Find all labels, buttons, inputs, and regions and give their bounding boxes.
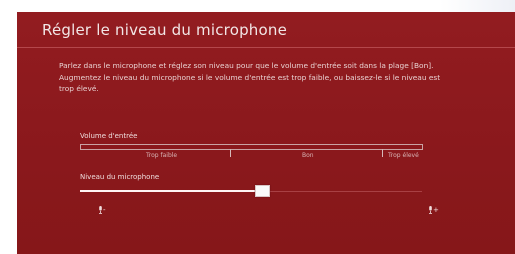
input-volume-meter xyxy=(80,144,423,150)
title-divider xyxy=(17,47,515,48)
mic-level-label: Niveau du microphone xyxy=(80,173,160,181)
mic-level-slider-fill xyxy=(80,190,262,192)
meter-divider-high xyxy=(382,149,383,157)
instructions-line-2: Augmentez le niveau du microphone si le … xyxy=(59,72,441,94)
top-right-decoration xyxy=(440,0,515,12)
instructions-line-1: Parlez dans le microphone et réglez son … xyxy=(59,61,434,70)
input-volume-label: Volume d'entrée xyxy=(80,132,138,140)
meter-divider-low xyxy=(230,149,231,157)
zone-too-low: Trop faible xyxy=(146,152,178,159)
left-margin xyxy=(0,0,17,254)
zone-good: Bon xyxy=(302,152,314,159)
instructions: Parlez dans le microphone et réglez son … xyxy=(59,60,449,95)
decrease-symbol: - xyxy=(103,205,106,214)
page-title: Régler le niveau du microphone xyxy=(42,21,288,39)
zone-too-high: Trop élevé xyxy=(388,152,419,159)
mic-level-slider-thumb[interactable] xyxy=(254,185,270,197)
mic-decrease[interactable]: - xyxy=(98,205,106,214)
increase-symbol: + xyxy=(433,205,439,214)
mic-increase[interactable]: + xyxy=(428,205,439,214)
